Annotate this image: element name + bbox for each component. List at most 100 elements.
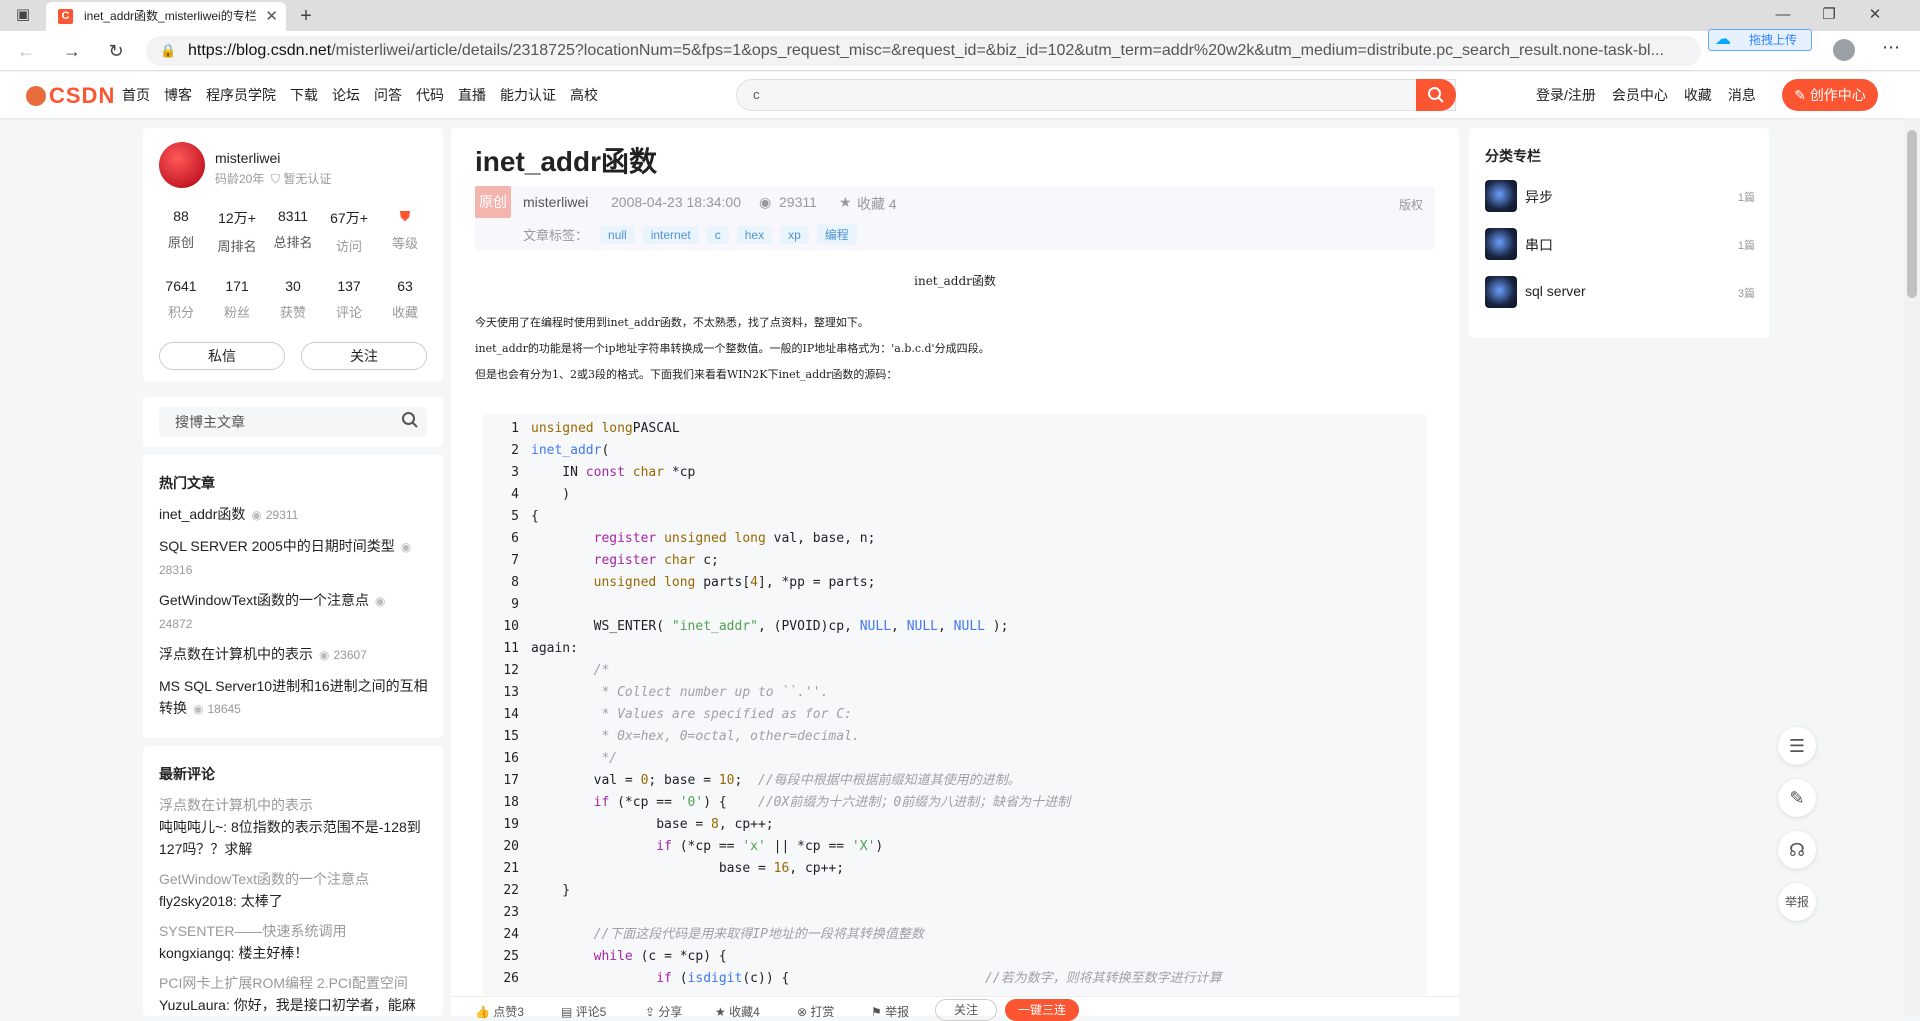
tab-actions-icon[interactable]: ▣ bbox=[0, 0, 46, 31]
code-line: 13 * Collect number up to ``.''. bbox=[483, 682, 1427, 704]
code-block[interactable]: 1 unsigned longPASCAL 2 inet_addr(3 IN cons… bbox=[483, 414, 1427, 1016]
edit-icon[interactable]: ✎ bbox=[1778, 779, 1816, 817]
nav-item[interactable]: 首页 bbox=[122, 72, 150, 118]
follow-button[interactable]: 关注 bbox=[301, 342, 427, 370]
list-item[interactable]: 浮点数在计算机中的表示 吨吨吨儿~: 8位指数的表示范围不是-128到127吗？？… bbox=[159, 794, 429, 860]
close-tab-icon[interactable]: ✕ bbox=[265, 2, 278, 31]
author-search-input[interactable]: 搜博主文章 bbox=[159, 407, 427, 437]
list-item[interactable]: SYSENTER——快速系统调用 kongxiangq: 楼主好棒！ bbox=[159, 920, 429, 964]
upload-extension-label: 拖拽上传 bbox=[1749, 33, 1798, 47]
nav-item[interactable]: 程序员学院 bbox=[206, 72, 276, 118]
author-avatar[interactable] bbox=[159, 142, 205, 188]
line-number: 13 bbox=[503, 685, 519, 700]
list-item[interactable]: GetWindowText函数的一个注意点 fly2sky2018: 太棒了 bbox=[159, 868, 429, 912]
article-favorites[interactable]: 收藏 4 bbox=[857, 194, 897, 214]
more-menu-icon[interactable]: ⋯ bbox=[1882, 37, 1900, 58]
cloud-icon: ☁ bbox=[1715, 31, 1731, 48]
article-author[interactable]: misterliwei bbox=[523, 194, 588, 210]
nav-item[interactable]: 高校 bbox=[570, 72, 598, 118]
tag[interactable]: hex bbox=[736, 225, 773, 244]
star-icon[interactable]: ★ bbox=[839, 194, 852, 211]
site-search-input[interactable]: c bbox=[736, 79, 1456, 111]
category-item[interactable]: 串口 1篇 bbox=[1485, 228, 1755, 260]
messages-link[interactable]: 消息 bbox=[1728, 72, 1756, 118]
scrollbar-thumb[interactable] bbox=[1907, 130, 1917, 298]
list-item[interactable]: GetWindowText函数的一个注意点 ◉ 24872 bbox=[159, 589, 429, 635]
nav-item[interactable]: 下载 bbox=[290, 72, 318, 118]
create-center-button[interactable]: ✎ 创作中心 bbox=[1782, 79, 1878, 111]
copyright-link[interactable]: 版权 bbox=[1399, 196, 1423, 213]
line-number: 25 bbox=[503, 949, 519, 964]
close-window-icon[interactable]: ✕ bbox=[1852, 0, 1898, 31]
nav-item[interactable]: 直播 bbox=[458, 72, 486, 118]
nav-item[interactable]: 博客 bbox=[164, 72, 192, 118]
list-item[interactable]: MS SQL Server10进制和16进制之间的互相转换 ◉ 18645 bbox=[159, 675, 429, 720]
share-button[interactable]: ⇪ 分享 bbox=[645, 1003, 682, 1020]
line-number: 11 bbox=[503, 641, 519, 656]
nav-item[interactable]: 能力认证 bbox=[500, 72, 556, 118]
report-button[interactable]: ⚑ 举报 bbox=[871, 1003, 909, 1020]
tag[interactable]: null bbox=[600, 225, 635, 244]
tag[interactable]: xp bbox=[780, 225, 809, 244]
minimize-icon[interactable]: — bbox=[1760, 0, 1806, 31]
private-message-button[interactable]: 私信 bbox=[159, 342, 285, 370]
reload-icon[interactable]: ↻ bbox=[102, 37, 130, 65]
vip-link[interactable]: 会员中心 bbox=[1612, 72, 1668, 118]
author-name[interactable]: misterliwei bbox=[215, 150, 280, 166]
category-item[interactable]: 异步 1篇 bbox=[1485, 180, 1755, 212]
stat-item[interactable]: 171 粉丝 bbox=[209, 278, 265, 321]
tag[interactable]: internet bbox=[642, 225, 699, 244]
favorites-link[interactable]: 收藏 bbox=[1684, 72, 1712, 118]
line-number: 16 bbox=[503, 751, 519, 766]
nav-item[interactable]: 问答 bbox=[374, 72, 402, 118]
browser-tab-bar: ▣ C inet_addr函数_misterliwei的专栏 ✕ + — ❐ ✕ bbox=[0, 0, 1920, 31]
nav-item[interactable]: 论坛 bbox=[332, 72, 360, 118]
stat-item[interactable]: 88 原创 bbox=[153, 208, 209, 255]
line-number: 19 bbox=[503, 817, 519, 832]
upload-extension-button[interactable]: ☁ 拖拽上传 bbox=[1708, 29, 1812, 51]
list-item[interactable]: inet_addr函数 ◉ 29311 bbox=[159, 503, 429, 526]
comment-button[interactable]: ▤ 评论5 bbox=[561, 1003, 606, 1020]
stat-item[interactable]: 12万+ 周排名 bbox=[209, 208, 265, 255]
login-link[interactable]: 登录/注册 bbox=[1536, 72, 1596, 118]
tag[interactable]: c bbox=[706, 225, 729, 244]
address-bar: ← → ↻ 🔒 https://blog.csdn.net/misterliwe… bbox=[0, 29, 1920, 71]
eye-icon: ◉ bbox=[251, 508, 262, 522]
url-input[interactable]: 🔒 https://blog.csdn.net/misterliwei/arti… bbox=[146, 36, 1701, 66]
back-icon[interactable]: ← bbox=[12, 37, 40, 65]
code-line: 4 ) bbox=[483, 484, 1427, 506]
code-line: 6 register unsigned long val, base, n; bbox=[483, 528, 1427, 550]
list-item[interactable]: 浮点数在计算机中的表示 ◉ 23607 bbox=[159, 643, 429, 666]
clipboard-icon[interactable]: ☰ bbox=[1778, 727, 1816, 765]
stat-item[interactable]: ⛊ 等级 bbox=[377, 208, 433, 255]
category-icon bbox=[1485, 180, 1517, 212]
triple-action-button[interactable]: 一键三连 bbox=[1005, 999, 1079, 1021]
line-number: 6 bbox=[511, 531, 519, 546]
paragraph: inet_addr的功能是将一个ip地址字符串转换成一个整数值。一般的IP地址串… bbox=[475, 342, 990, 355]
float-report-button[interactable]: 举报 bbox=[1778, 883, 1816, 921]
like-button[interactable]: 👍 点赞3 bbox=[475, 1003, 524, 1020]
favorite-button[interactable]: ★ 收藏4 bbox=[715, 1003, 760, 1020]
search-icon[interactable] bbox=[401, 411, 419, 434]
reward-button[interactable]: ⊗ 打赏 bbox=[797, 1003, 834, 1020]
forward-icon[interactable]: → bbox=[58, 37, 86, 65]
search-button[interactable] bbox=[1416, 79, 1456, 111]
stat-item[interactable]: 8311 总排名 bbox=[265, 208, 321, 255]
tag[interactable]: 编程 bbox=[816, 224, 857, 245]
new-tab-icon[interactable]: + bbox=[292, 2, 320, 30]
profile-avatar-icon[interactable] bbox=[1833, 39, 1855, 61]
bottom-follow-button[interactable]: 关注 bbox=[935, 999, 997, 1021]
csdn-logo[interactable]: CSDN bbox=[26, 83, 115, 109]
csdn-favicon-icon: C bbox=[58, 9, 73, 24]
page-scrollbar[interactable] bbox=[1904, 118, 1920, 1016]
restore-icon[interactable]: ❐ bbox=[1806, 0, 1852, 31]
category-item[interactable]: sql server 3篇 bbox=[1485, 276, 1755, 308]
browser-tab[interactable]: C inet_addr函数_misterliwei的专栏 ✕ bbox=[46, 2, 286, 31]
list-item[interactable]: PCI网卡上扩展ROM编程 2.PCI配置空间 YuzuLaura: 你好，我是接… bbox=[159, 972, 429, 1016]
list-item[interactable]: SQL SERVER 2005中的日期时间类型 ◉ 28316 bbox=[159, 535, 429, 581]
nav-item[interactable]: 代码 bbox=[416, 72, 444, 118]
category-icon bbox=[1485, 276, 1517, 308]
headset-icon[interactable]: ☊ bbox=[1778, 831, 1816, 869]
code-line: 3 IN const char *cp bbox=[483, 462, 1427, 484]
code-line: 19 base = 8, cp++; bbox=[483, 814, 1427, 836]
